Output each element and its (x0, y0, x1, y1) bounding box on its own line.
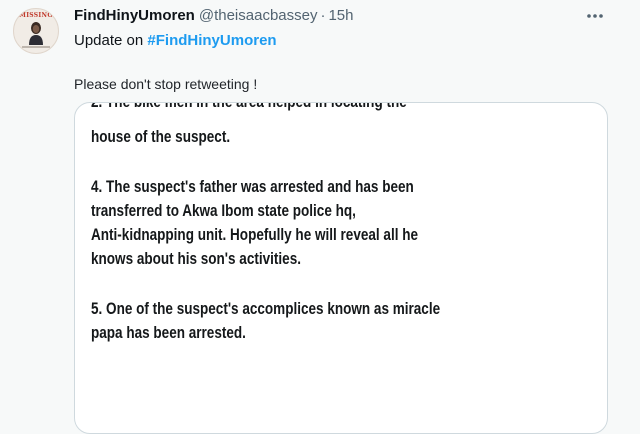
header-separator: · (320, 7, 326, 24)
attached-image[interactable]: 2. The bike men in the area helped in lo… (74, 102, 608, 434)
image-text-line: papa has been arrested. (91, 324, 246, 342)
image-text-line: house of the suspect. (91, 128, 231, 146)
hashtag-link[interactable]: #FindHinyUmoren (147, 32, 276, 49)
image-text-line: transferred to Akwa Ibom state police hq… (91, 202, 356, 220)
user-handle[interactable]: @theisaacbassey (199, 7, 318, 24)
image-text-line: Anti-kidnapping unit. Hopefully he will … (91, 226, 419, 244)
tweet-text-line-2: Please don't stop retweeting ! (74, 76, 258, 92)
avatar-missing-badge: MISSING (19, 12, 53, 19)
image-text-line: 4. The suspect's father was arrested and… (91, 178, 414, 196)
avatar[interactable]: MISSING (13, 8, 59, 54)
timestamp[interactable]: 15h (328, 7, 353, 24)
avatar-caption (22, 46, 50, 48)
image-cropped-line: 2. The bike men in the area helped in lo… (91, 102, 407, 111)
tweet-card: MISSING FindHinyUmoren @theisaacbassey ·… (0, 0, 640, 434)
tweet-text-line-1: Update on #FindHinyUmoren (74, 32, 277, 49)
display-name[interactable]: FindHinyUmoren (74, 7, 195, 24)
image-text-line: knows about his son's activities. (91, 250, 301, 268)
tweet-header: FindHinyUmoren @theisaacbassey · 15h (74, 7, 354, 27)
image-text-line: 5. One of the suspect's accomplices know… (91, 300, 441, 318)
avatar-person-icon (29, 22, 43, 45)
tweet-text-prefix: Update on (74, 32, 148, 49)
more-horizontal-icon[interactable] (583, 8, 607, 24)
